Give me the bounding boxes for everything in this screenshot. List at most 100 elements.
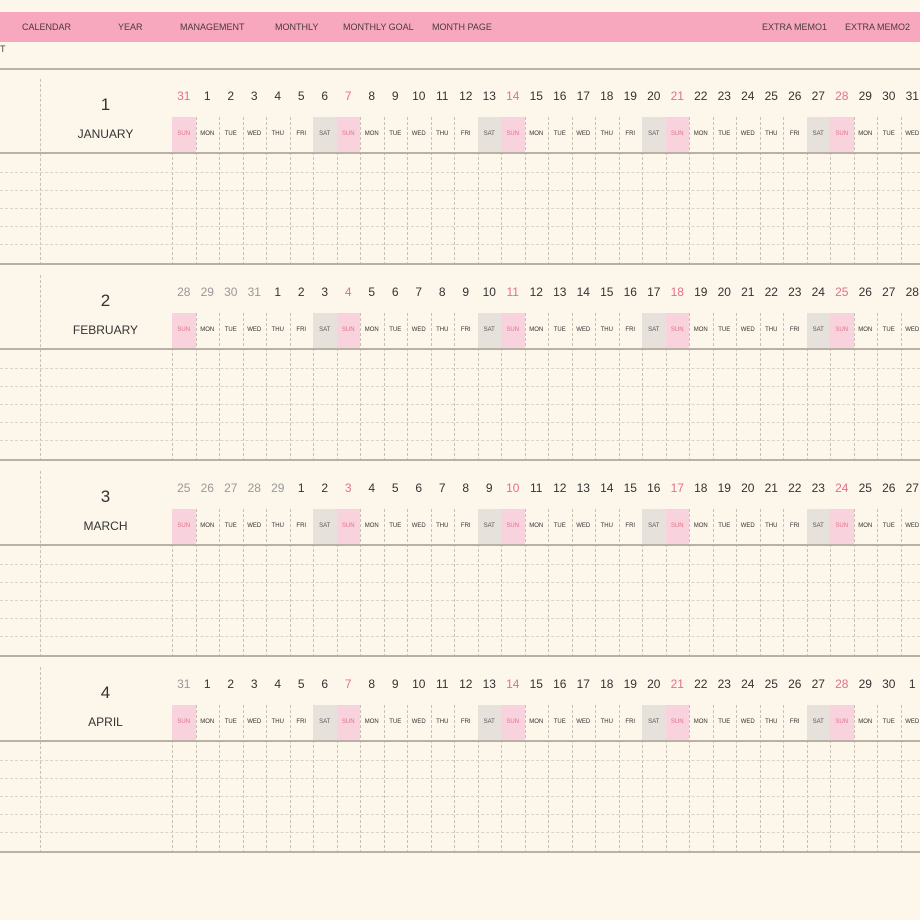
day-number[interactable]: 7 — [337, 89, 361, 103]
day-number[interactable]: 5 — [290, 89, 314, 103]
day-number[interactable]: 11 — [501, 285, 525, 299]
day-number[interactable]: 3 — [313, 285, 337, 299]
day-number[interactable]: 2 — [219, 677, 243, 691]
day-number[interactable]: 10 — [478, 285, 502, 299]
day-number[interactable]: 3 — [337, 481, 361, 495]
day-number[interactable]: 27 — [219, 481, 243, 495]
day-number[interactable]: 1 — [196, 677, 220, 691]
day-number[interactable]: 24 — [736, 89, 760, 103]
day-number[interactable]: 21 — [666, 89, 690, 103]
day-number[interactable]: 23 — [807, 481, 831, 495]
day-number[interactable]: 24 — [807, 285, 831, 299]
day-number[interactable]: 20 — [736, 481, 760, 495]
day-number[interactable]: 26 — [783, 677, 807, 691]
day-number[interactable]: 15 — [619, 481, 643, 495]
day-number[interactable]: 12 — [525, 285, 549, 299]
day-number[interactable]: 29 — [266, 481, 290, 495]
day-number[interactable]: 11 — [431, 89, 455, 103]
day-number[interactable]: 9 — [454, 285, 478, 299]
day-number[interactable]: 8 — [360, 89, 384, 103]
month-name[interactable]: APRIL — [40, 715, 171, 729]
day-number[interactable]: 13 — [548, 285, 572, 299]
day-number[interactable]: 31 — [243, 285, 267, 299]
day-number[interactable]: 30 — [877, 677, 901, 691]
nav-monthly-goal[interactable]: MONTHLY GOAL — [343, 12, 414, 42]
day-number[interactable]: 23 — [713, 677, 737, 691]
day-number[interactable]: 7 — [431, 481, 455, 495]
day-number[interactable]: 9 — [384, 677, 408, 691]
day-number[interactable]: 5 — [384, 481, 408, 495]
day-number[interactable]: 9 — [478, 481, 502, 495]
day-number[interactable]: 1 — [901, 677, 920, 691]
day-number[interactable]: 4 — [266, 677, 290, 691]
day-number[interactable]: 6 — [384, 285, 408, 299]
day-number[interactable]: 6 — [313, 89, 337, 103]
day-number[interactable]: 29 — [196, 285, 220, 299]
day-number[interactable]: 3 — [243, 89, 267, 103]
day-number[interactable]: 16 — [548, 89, 572, 103]
day-number[interactable]: 26 — [877, 481, 901, 495]
day-number[interactable]: 12 — [548, 481, 572, 495]
day-number[interactable]: 17 — [642, 285, 666, 299]
day-number[interactable]: 29 — [854, 89, 878, 103]
nav-monthly[interactable]: MONTHLY — [275, 12, 318, 42]
day-number[interactable]: 16 — [619, 285, 643, 299]
day-number[interactable]: 5 — [290, 677, 314, 691]
day-number[interactable]: 12 — [454, 677, 478, 691]
nav-extra-memo1[interactable]: EXTRA MEMO1 — [762, 12, 827, 42]
day-number[interactable]: 20 — [713, 285, 737, 299]
day-number[interactable]: 26 — [854, 285, 878, 299]
day-number[interactable]: 10 — [407, 89, 431, 103]
day-number[interactable]: 28 — [243, 481, 267, 495]
day-number[interactable]: 15 — [595, 285, 619, 299]
day-number[interactable]: 8 — [360, 677, 384, 691]
day-number[interactable]: 4 — [337, 285, 361, 299]
day-number[interactable]: 27 — [807, 677, 831, 691]
day-number[interactable]: 1 — [290, 481, 314, 495]
month-name[interactable]: FEBRUARY — [40, 323, 171, 337]
day-number[interactable]: 13 — [478, 89, 502, 103]
day-number[interactable]: 15 — [525, 89, 549, 103]
day-number[interactable]: 12 — [454, 89, 478, 103]
day-number[interactable]: 1 — [266, 285, 290, 299]
day-number[interactable]: 5 — [360, 285, 384, 299]
day-number[interactable]: 14 — [501, 89, 525, 103]
day-number[interactable]: 2 — [313, 481, 337, 495]
day-number[interactable]: 28 — [901, 285, 920, 299]
day-number[interactable]: 8 — [454, 481, 478, 495]
month-number[interactable]: 4 — [40, 683, 171, 703]
day-number[interactable]: 29 — [854, 677, 878, 691]
day-number[interactable]: 19 — [713, 481, 737, 495]
nav-management[interactable]: MANAGEMENT — [180, 12, 245, 42]
nav-calendar[interactable]: CALENDAR — [22, 12, 71, 42]
day-number[interactable]: 22 — [783, 481, 807, 495]
day-number[interactable]: 18 — [689, 481, 713, 495]
day-number[interactable]: 24 — [830, 481, 854, 495]
day-number[interactable]: 22 — [760, 285, 784, 299]
day-number[interactable]: 4 — [266, 89, 290, 103]
day-number[interactable]: 31 — [901, 89, 920, 103]
day-number[interactable]: 19 — [619, 677, 643, 691]
day-number[interactable]: 24 — [736, 677, 760, 691]
day-number[interactable]: 13 — [572, 481, 596, 495]
day-number[interactable]: 6 — [407, 481, 431, 495]
day-number[interactable]: 16 — [548, 677, 572, 691]
day-number[interactable]: 19 — [689, 285, 713, 299]
day-number[interactable]: 25 — [172, 481, 196, 495]
nav-extra-memo2[interactable]: EXTRA MEMO2 — [845, 12, 910, 42]
day-number[interactable]: 26 — [196, 481, 220, 495]
day-number[interactable]: 27 — [807, 89, 831, 103]
month-number[interactable]: 1 — [40, 95, 171, 115]
month-name[interactable]: JANUARY — [40, 127, 171, 141]
day-number[interactable]: 21 — [736, 285, 760, 299]
day-number[interactable]: 28 — [830, 677, 854, 691]
day-number[interactable]: 20 — [642, 89, 666, 103]
nav-month-page[interactable]: MONTH PAGE — [432, 12, 492, 42]
day-number[interactable]: 2 — [219, 89, 243, 103]
day-number[interactable]: 6 — [313, 677, 337, 691]
day-number[interactable]: 20 — [642, 677, 666, 691]
day-number[interactable]: 8 — [431, 285, 455, 299]
day-number[interactable]: 31 — [172, 89, 196, 103]
day-number[interactable]: 18 — [666, 285, 690, 299]
day-number[interactable]: 19 — [619, 89, 643, 103]
